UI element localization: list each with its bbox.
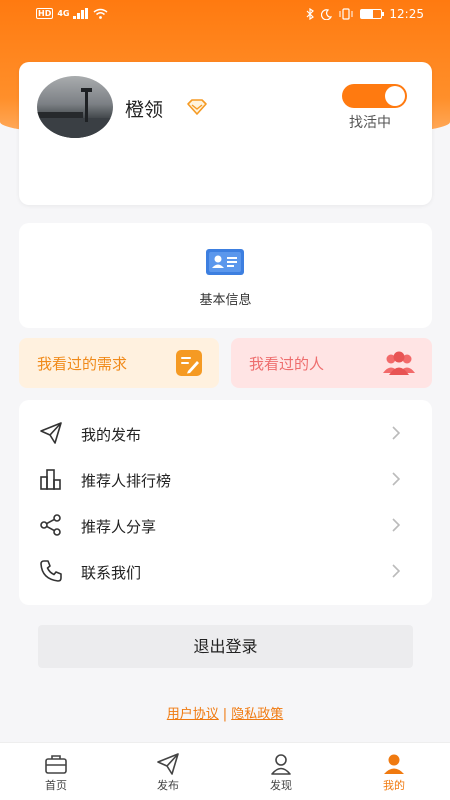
viewed-demands-card[interactable]: 我看过的需求 [19,338,219,388]
person-icon [384,754,404,774]
chevron-right-icon [392,426,400,440]
chevron-right-icon [392,518,400,532]
note-edit-icon [176,350,202,376]
tab-label: 发现 [270,779,292,792]
viewed-people-label: 我看过的人 [249,355,325,373]
menu-item-label: 推荐人排行榜 [81,472,172,490]
bottom-tab-bar: 首页 发布 发现 我的 [0,742,450,800]
briefcase-icon [45,755,67,774]
menu-item-share[interactable]: 推荐人分享 [19,502,432,548]
user-name: 橙领 [125,99,164,121]
paper-plane-icon [40,422,62,444]
legal-links: 用户协议 | 隐私政策 [0,703,450,722]
avatar[interactable] [37,76,113,138]
hd-badge: HD [36,8,54,19]
job-status-label: 找活中 [349,115,391,131]
wifi-icon [94,8,108,19]
menu-card: 我的发布 推荐人排行榜 推荐人分享 联系我们 [19,400,432,605]
chevron-right-icon [392,564,400,578]
basic-info-label: 基本信息 [199,293,252,308]
paper-plane-icon [157,753,179,775]
toggle-knob [385,86,405,106]
job-status-toggle[interactable] [342,84,407,108]
vibrate-icon [339,8,353,20]
tab-mine[interactable]: 我的 [338,743,450,800]
menu-item-label: 联系我们 [81,564,142,582]
tab-publish[interactable]: 发布 [112,743,224,800]
status-bar: HD 4G 12:25 [0,0,450,30]
logout-button[interactable]: 退出登录 [38,625,413,668]
viewed-demands-label: 我看过的需求 [37,355,128,373]
id-card-icon [206,249,244,275]
bar-chart-icon [40,469,61,490]
battery-icon [360,9,385,19]
bluetooth-icon [306,8,315,20]
profile-card: 橙领 找活中 [19,62,432,205]
tab-discover[interactable]: 发现 [225,743,337,800]
tab-label: 发布 [157,779,179,792]
basic-info-card[interactable]: 基本信息 [19,223,432,328]
vip-diamond-icon [187,99,207,115]
privacy-policy-link[interactable]: 隐私政策 [231,707,283,722]
chevron-right-icon [392,472,400,486]
share-icon [40,514,61,536]
menu-item-my-posts[interactable]: 我的发布 [19,410,432,456]
people-icon [383,351,415,375]
menu-item-ranking[interactable]: 推荐人排行榜 [19,456,432,502]
person-search-icon [271,754,291,775]
status-time: 12:25 [389,7,424,21]
phone-icon [40,560,62,582]
tab-label: 首页 [45,779,67,792]
legal-separator: | [222,707,228,722]
tab-label: 我的 [383,779,405,792]
menu-item-contact[interactable]: 联系我们 [19,548,432,594]
network-type: 4G [57,9,70,18]
moon-icon [321,8,333,20]
user-agreement-link[interactable]: 用户协议 [167,707,219,722]
tab-home[interactable]: 首页 [0,743,112,800]
menu-item-label: 我的发布 [81,426,142,444]
menu-item-label: 推荐人分享 [81,518,157,536]
signal-icon [73,8,89,19]
viewed-people-card[interactable]: 我看过的人 [231,338,432,388]
